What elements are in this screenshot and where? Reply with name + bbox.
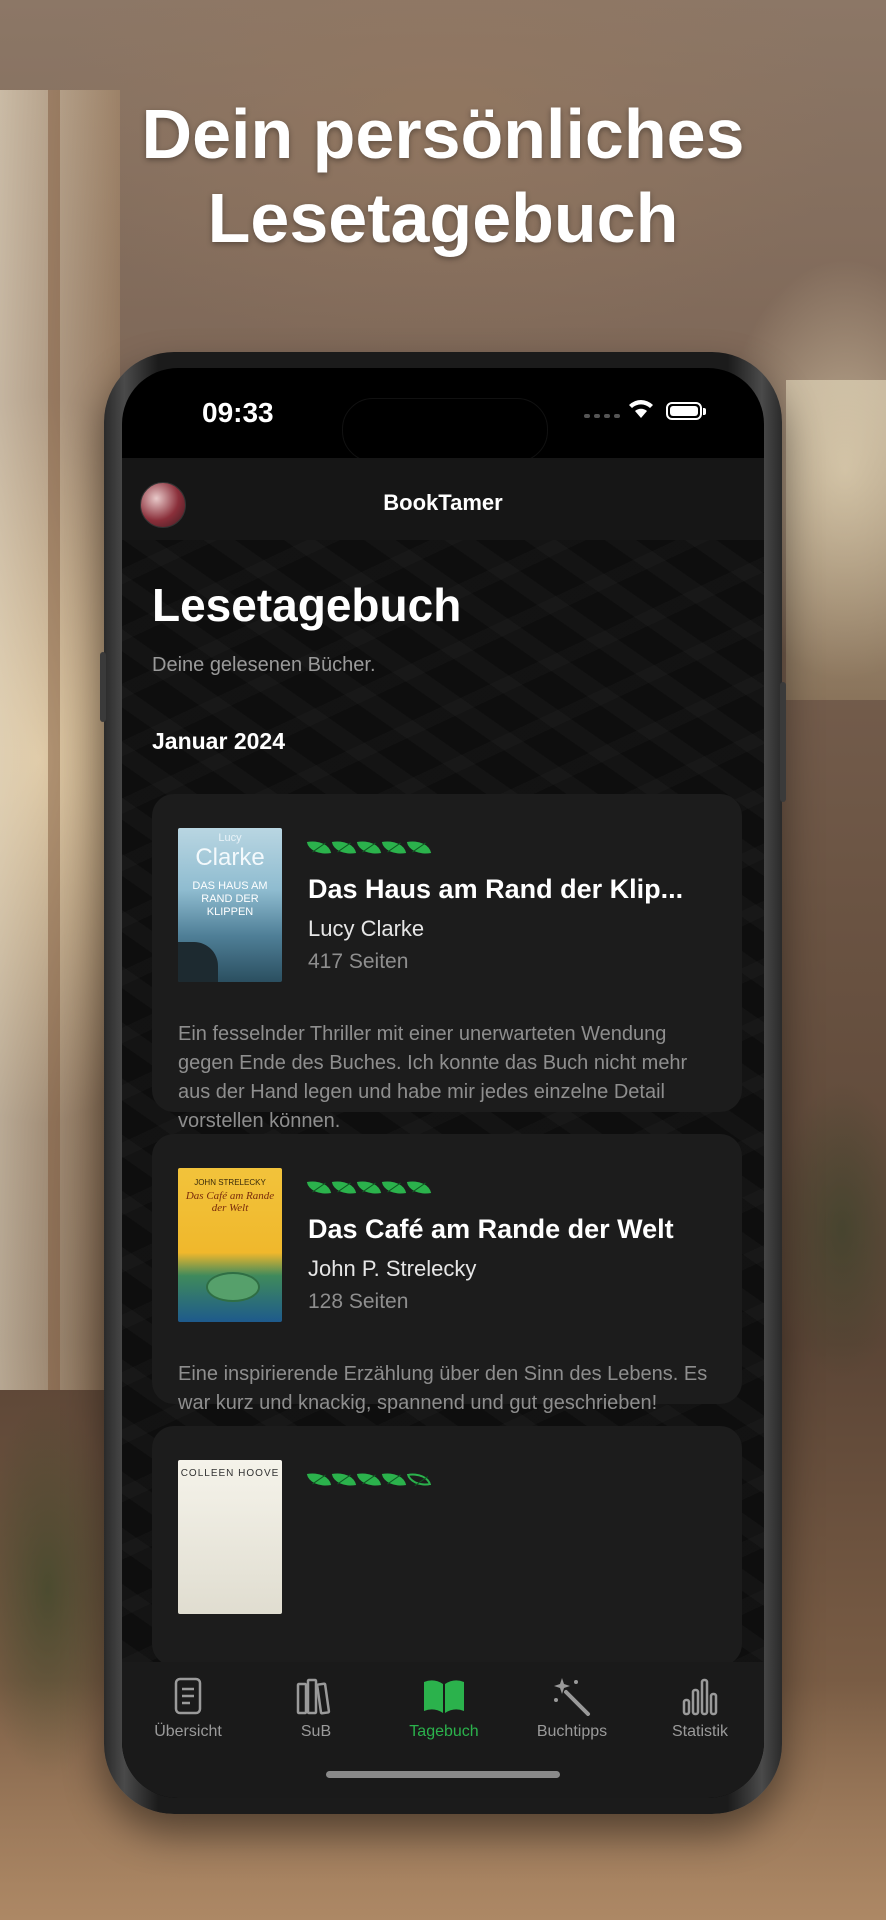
open-book-icon <box>424 1680 464 1713</box>
cellular-signal-icon <box>584 414 620 418</box>
plant-decoration-right <box>776 1080 886 1380</box>
leaf-rating-icon <box>381 1178 407 1197</box>
leaf-rating-icon <box>331 1178 357 1197</box>
book-cover: Lucy Clarke DAS HAUS AM RAND DER KLIPPEN <box>178 828 282 982</box>
tab-sub[interactable]: SuB <box>252 1676 380 1741</box>
status-time: 09:33 <box>202 397 274 428</box>
rating-leaves <box>306 838 432 857</box>
book-title: Das Café am Rande der Welt <box>308 1214 674 1244</box>
diary-scroll-view[interactable]: Lesetagebuch Deine gelesenen Bücher. Jan… <box>122 540 764 1662</box>
phone-side-button <box>100 652 106 722</box>
tab-uebersicht[interactable]: Übersicht <box>124 1676 252 1741</box>
headline-line-2: Lesetagebuch <box>207 179 679 257</box>
leaf-rating-icon <box>381 838 407 857</box>
book-title: Das Haus am Rand der Klip... <box>308 874 684 904</box>
phone-frame: 09:33 BookTamer Lesetagebuch Deine geles… <box>100 352 786 1814</box>
bar-chart-icon <box>682 1678 718 1716</box>
leaf-rating-icon <box>306 838 332 857</box>
cover-author-last: Clarke <box>195 844 265 871</box>
home-indicator[interactable] <box>326 1771 560 1778</box>
tab-buchtipps[interactable]: Buchtipps <box>508 1676 636 1741</box>
leaf-rating-half-icon <box>406 1470 432 1489</box>
book-review: Ein fesselnder Thriller mit einer unerwa… <box>178 1023 688 1132</box>
cover-author: JOHN STRELECKY <box>194 1178 266 1187</box>
leaf-rating-icon <box>406 838 432 857</box>
book-review: Eine inspirierende Erzählung über den Si… <box>178 1363 708 1414</box>
book-card[interactable]: JOHN STRELECKY Das Café am Rande der Wel… <box>152 1134 742 1414</box>
cover-author: COLLEEN HOOVE <box>180 1468 280 1479</box>
window-right-decoration <box>786 380 886 700</box>
rating-leaves <box>306 1470 432 1489</box>
book-pages: 128 Seiten <box>308 1290 409 1313</box>
app-title: BookTamer <box>383 490 503 515</box>
dynamic-island <box>342 398 548 462</box>
tab-label: Übersicht <box>154 1723 222 1740</box>
phone-screen: 09:33 BookTamer Lesetagebuch Deine geles… <box>122 368 764 1798</box>
book-author: John P. Strelecky <box>308 1256 477 1281</box>
month-header: Januar 2024 <box>152 728 285 754</box>
leaf-rating-icon <box>356 1470 382 1489</box>
tab-label: Tagebuch <box>409 1723 479 1740</box>
cover-title: DAS HAUS AM RAND DER KLIPPEN <box>192 880 268 918</box>
page-title: Lesetagebuch <box>152 579 462 631</box>
leaf-rating-icon <box>381 1470 407 1489</box>
leaf-rating-icon <box>306 1470 332 1489</box>
tab-bar: Übersicht SuB Tagebuch Buchtipps Statist… <box>122 1662 764 1798</box>
window-left-decoration <box>0 90 120 1390</box>
book-pages: 417 Seiten <box>308 950 409 973</box>
leaf-rating-icon <box>331 838 357 857</box>
cover-author-first: Lucy <box>218 832 242 844</box>
status-bar: 09:33 <box>122 368 764 462</box>
leaf-rating-icon <box>406 1178 432 1197</box>
book-cover: JOHN STRELECKY Das Café am Rande der Wel… <box>178 1168 282 1322</box>
phone-power-button <box>780 682 786 802</box>
leaf-rating-icon <box>356 1178 382 1197</box>
leaf-rating-icon <box>331 1470 357 1489</box>
battery-icon <box>666 402 706 420</box>
book-cover: COLLEEN HOOVE <box>178 1460 282 1614</box>
document-icon <box>174 1677 202 1715</box>
rating-leaves <box>306 1178 432 1197</box>
headline-line-1: Dein persönliches <box>141 95 745 173</box>
books-stack-icon <box>296 1678 331 1715</box>
tab-statistik[interactable]: Statistik <box>636 1676 764 1741</box>
book-author: Lucy Clarke <box>308 916 425 941</box>
book-card[interactable]: Lucy Clarke DAS HAUS AM RAND DER KLIPPEN… <box>152 794 742 1132</box>
leaf-rating-icon <box>356 838 382 857</box>
cover-art <box>206 1272 260 1302</box>
book-card[interactable]: COLLEEN HOOVE <box>152 1426 742 1662</box>
tab-label: Statistik <box>671 1723 728 1740</box>
page-subtitle: Deine gelesenen Bücher. <box>152 654 376 676</box>
wifi-icon <box>629 400 653 418</box>
cover-cliff-art <box>178 942 218 982</box>
tab-label: SuB <box>300 1723 332 1740</box>
cover-title: Das Café am Rande der Welt <box>185 1190 275 1214</box>
promo-headline: Dein persönliches Lesetagebuch <box>0 92 886 260</box>
tab-tagebuch[interactable]: Tagebuch <box>380 1676 508 1741</box>
top-nav-bar: BookTamer <box>122 458 764 540</box>
tab-label: Buchtipps <box>536 1723 608 1740</box>
magic-wand-icon <box>554 1678 590 1716</box>
leaf-rating-icon <box>306 1178 332 1197</box>
